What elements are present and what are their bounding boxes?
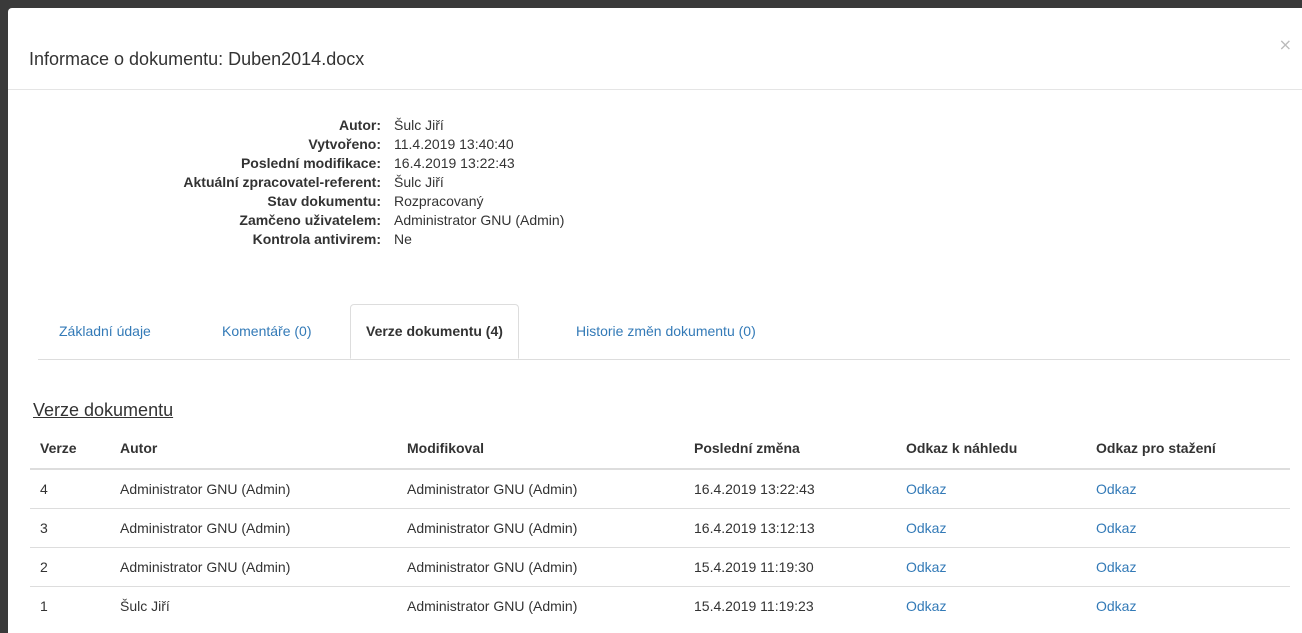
cell-posledni-zmena: 15.4.2019 11:19:23 (684, 586, 896, 625)
cell-posledni-zmena: 16.4.2019 13:12:13 (684, 508, 896, 548)
info-value: 11.4.2019 13:40:40 (394, 136, 514, 152)
info-row-stav: Stav dokumentu: Rozpracovaný (8, 192, 708, 211)
cell-nahled: Odkaz (896, 586, 1086, 625)
table-header-row: Verze Autor Modifikoval Poslední změna O… (30, 428, 1290, 470)
tab-historie-zmen[interactable]: Historie změn dokumentu (0) (561, 304, 771, 359)
info-row-zpracovatel: Aktuální zpracovatel-referent: Šulc Jiří (8, 173, 708, 192)
dialog-title: Informace o dokumentu: Duben2014.docx (29, 49, 365, 69)
cell-verze: 3 (30, 508, 110, 548)
download-link[interactable]: Odkaz (1096, 559, 1136, 575)
column-header-modifikoval: Modifikoval (397, 428, 684, 470)
info-row-vytvoreno: Vytvořeno: 11.4.2019 13:40:40 (8, 135, 708, 154)
cell-verze: 4 (30, 468, 110, 509)
info-value: Administrator GNU (Admin) (394, 212, 565, 228)
download-link[interactable]: Odkaz (1096, 598, 1136, 614)
cell-modifikoval: Administrator GNU (Admin) (397, 508, 684, 548)
info-label: Autor: (339, 117, 381, 133)
table-row: 2 Administrator GNU (Admin) Administrato… (30, 547, 1290, 587)
document-info-list: Autor: Šulc Jiří Vytvořeno: 11.4.2019 13… (8, 116, 708, 249)
cell-autor: Šulc Jiří (110, 586, 397, 625)
info-label: Aktuální zpracovatel-referent: (183, 174, 381, 190)
cell-autor: Administrator GNU (Admin) (110, 468, 397, 509)
info-row-autor: Autor: Šulc Jiří (8, 116, 708, 135)
column-header-autor: Autor (110, 428, 397, 470)
info-label: Stav dokumentu: (267, 193, 381, 209)
preview-link[interactable]: Odkaz (906, 520, 946, 536)
info-row-posledni-modifikace: Poslední modifikace: 16.4.2019 13:22:43 (8, 154, 708, 173)
column-header-verze: Verze (30, 428, 110, 470)
table-row: 3 Administrator GNU (Admin) Administrato… (30, 508, 1290, 548)
info-value: Ne (394, 231, 412, 247)
section-title: Verze dokumentu (33, 400, 174, 420)
cell-stazeni: Odkaz (1086, 547, 1290, 587)
info-value: Šulc Jiří (394, 117, 444, 133)
cell-nahled: Odkaz (896, 508, 1086, 548)
preview-link[interactable]: Odkaz (906, 559, 946, 575)
tab-komentare[interactable]: Komentáře (0) (207, 304, 326, 359)
preview-link[interactable]: Odkaz (906, 598, 946, 614)
info-value: Šulc Jiří (394, 174, 444, 190)
column-header-odkaz-nahled: Odkaz k náhledu (896, 428, 1086, 470)
download-link[interactable]: Odkaz (1096, 520, 1136, 536)
dialog-header: Informace o dokumentu: Duben2014.docx × (8, 8, 1302, 90)
tab-bar: Základní údaje Komentáře (0) Verze dokum… (38, 304, 1290, 360)
cell-stazeni: Odkaz (1086, 586, 1290, 625)
cell-verze: 2 (30, 547, 110, 587)
cell-posledni-zmena: 15.4.2019 11:19:30 (684, 547, 896, 587)
cell-posledni-zmena: 16.4.2019 13:22:43 (684, 468, 896, 509)
tab-zakladni-udaje[interactable]: Základní údaje (44, 304, 166, 359)
cell-nahled: Odkaz (896, 547, 1086, 587)
cell-stazeni: Odkaz (1086, 468, 1290, 509)
cell-modifikoval: Administrator GNU (Admin) (397, 586, 684, 625)
info-label: Zamčeno uživatelem: (239, 212, 381, 228)
column-header-posledni-zmena: Poslední změna (684, 428, 896, 470)
cell-autor: Administrator GNU (Admin) (110, 547, 397, 587)
info-label: Vytvořeno: (308, 136, 381, 152)
cell-modifikoval: Administrator GNU (Admin) (397, 547, 684, 587)
info-label: Kontrola antivirem: (252, 231, 381, 247)
download-link[interactable]: Odkaz (1096, 481, 1136, 497)
tab-verze-dokumentu[interactable]: Verze dokumentu (4) (350, 304, 519, 359)
table-row: 1 Šulc Jiří Administrator GNU (Admin) 15… (30, 586, 1290, 625)
cell-modifikoval: Administrator GNU (Admin) (397, 468, 684, 509)
cell-stazeni: Odkaz (1086, 508, 1290, 548)
cell-nahled: Odkaz (896, 468, 1086, 509)
close-icon[interactable]: × (1279, 36, 1292, 54)
info-value: Rozpracovaný (394, 193, 484, 209)
document-info-dialog: Informace o dokumentu: Duben2014.docx × … (8, 8, 1302, 633)
info-row-antivir: Kontrola antivirem: Ne (8, 230, 708, 249)
table-row: 4 Administrator GNU (Admin) Administrato… (30, 468, 1290, 509)
preview-link[interactable]: Odkaz (906, 481, 946, 497)
info-label: Poslední modifikace: (240, 155, 381, 171)
versions-table: Verze Autor Modifikoval Poslední změna O… (30, 428, 1290, 625)
info-row-zamceno: Zamčeno uživatelem: Administrator GNU (A… (8, 211, 708, 230)
column-header-odkaz-stazeni: Odkaz pro stažení (1086, 428, 1290, 470)
info-value: 16.4.2019 13:22:43 (394, 155, 515, 171)
cell-verze: 1 (30, 586, 110, 625)
cell-autor: Administrator GNU (Admin) (110, 508, 397, 548)
